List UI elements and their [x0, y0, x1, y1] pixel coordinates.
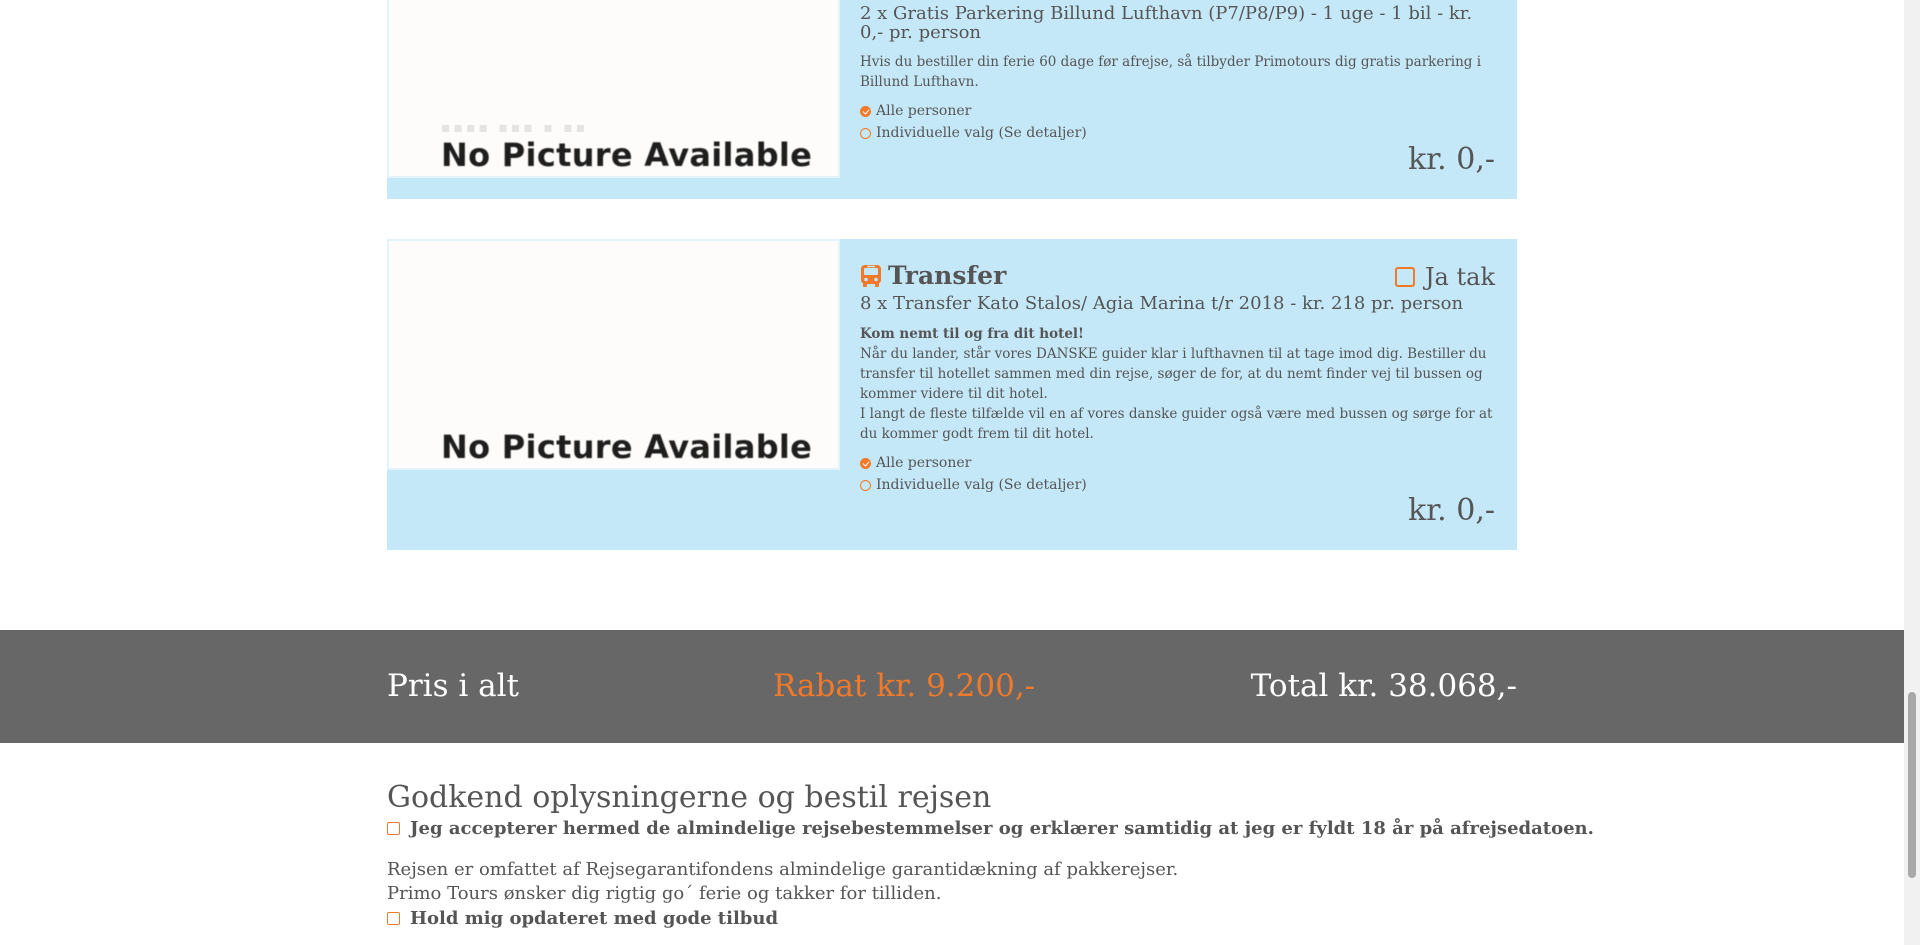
- radio-checked-icon: [860, 105, 871, 117]
- description-text: I langt de fleste tilfælde vil en af vor…: [860, 406, 1493, 442]
- extra-card-parking: ▪▪▪▪ ▪▪▪ ▪ ▪▪ No Picture Available 2 x G…: [387, 0, 1517, 199]
- option-label: Individuelle valg (Se detaljer): [876, 125, 1087, 141]
- radio-unchecked-icon: [860, 479, 871, 491]
- page-scrollbar[interactable]: [1904, 0, 1920, 945]
- bus-icon: [861, 264, 881, 287]
- summary-label: Pris i alt: [387, 668, 519, 704]
- card-subtitle: 2 x Gratis Parkering Billund Lufthavn (P…: [860, 3, 1473, 43]
- discount-amount: Rabat kr. 9.200,-: [773, 668, 1036, 704]
- image-ghost-text: ▪▪▪▪ ▪▪▪ ▪ ▪▪: [441, 120, 589, 136]
- card-description: Hvis du bestiller din ferie 60 dage før …: [860, 54, 1482, 90]
- card-image: No Picture Available: [387, 239, 840, 470]
- card-description: Kom nemt til og fra dit hotel! Når du la…: [860, 324, 1495, 444]
- checkbox-icon: [387, 912, 400, 925]
- description-text: Når du lander, står vores DANSKE guider …: [860, 346, 1487, 402]
- card-title-text: Transfer: [888, 261, 1007, 290]
- option-individual[interactable]: Individuelle valg (Se detaljer): [860, 474, 1495, 496]
- option-label: Alle personer: [876, 455, 972, 471]
- no-picture-label: No Picture Available: [441, 136, 813, 174]
- newsletter-label: Hold mig opdateret med gode tilbud: [410, 908, 779, 929]
- confirm-heading: Godkend oplysningerne og bestil rejsen: [387, 780, 992, 815]
- page: ▪▪▪▪ ▪▪▪ ▪ ▪▪ No Picture Available 2 x G…: [0, 0, 1904, 945]
- extra-card-transfer: No Picture Available Transfer Ja tak 8 x…: [387, 239, 1517, 550]
- card-title: Transfer: [860, 261, 1006, 290]
- price-summary-bar: Pris i alt Rabat kr. 9.200,- Total kr. 3…: [0, 630, 1904, 743]
- option-individual[interactable]: Individuelle valg (Se detaljer): [860, 122, 1495, 144]
- option-all-persons[interactable]: Alle personer: [860, 452, 1495, 474]
- card-price: kr. 0,-: [1407, 493, 1495, 528]
- terms-checkbox[interactable]: Jeg accepterer hermed de almindelige rej…: [387, 818, 1594, 839]
- accept-checkbox[interactable]: Ja tak: [1394, 263, 1495, 291]
- guarantee-text: Rejsen er omfattet af Rejsegarantifonden…: [387, 859, 1179, 880]
- no-picture-label: No Picture Available: [441, 428, 813, 466]
- accept-label: Ja tak: [1424, 263, 1495, 291]
- checkbox-icon: [1394, 267, 1415, 287]
- card-price: kr. 0,-: [1407, 142, 1495, 177]
- scrollbar-thumb[interactable]: [1908, 692, 1916, 878]
- radio-unchecked-icon: [860, 127, 871, 139]
- description-heading: Kom nemt til og fra dit hotel!: [860, 326, 1084, 342]
- option-label: Alle personer: [876, 103, 972, 119]
- newsletter-checkbox[interactable]: Hold mig opdateret med gode tilbud: [387, 908, 778, 929]
- option-label: Individuelle valg (Se detaljer): [876, 477, 1087, 493]
- option-all-persons[interactable]: Alle personer: [860, 100, 1495, 122]
- card-subtitle: 8 x Transfer Kato Stalos/ Agia Marina t/…: [860, 293, 1464, 314]
- terms-label: Jeg accepterer hermed de almindelige rej…: [410, 818, 1594, 839]
- card-image: ▪▪▪▪ ▪▪▪ ▪ ▪▪ No Picture Available: [387, 0, 840, 178]
- checkbox-icon: [387, 822, 400, 835]
- radio-checked-icon: [860, 457, 871, 469]
- total-amount: Total kr. 38.068,-: [1250, 668, 1517, 704]
- thanks-text: Primo Tours ønsker dig rigtig go´ ferie …: [387, 883, 942, 904]
